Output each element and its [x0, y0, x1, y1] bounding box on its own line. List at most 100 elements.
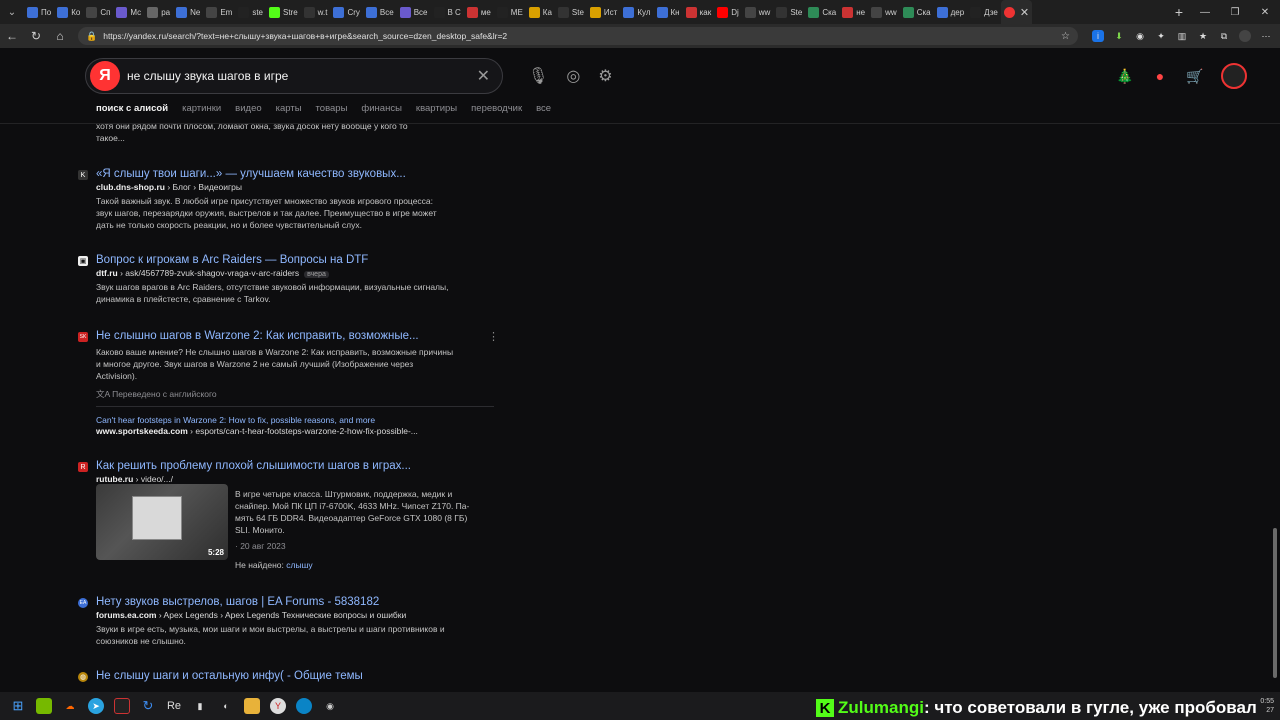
edge-icon[interactable] [296, 698, 312, 714]
user-avatar[interactable] [1221, 63, 1247, 89]
browser-tab[interactable]: Ска [900, 0, 934, 24]
browser-tab[interactable]: Stre [266, 0, 301, 24]
nvidia-icon[interactable] [36, 698, 52, 714]
cloud-app-icon[interactable]: ☁ [62, 698, 78, 714]
browser-tab[interactable]: Ка [526, 0, 555, 24]
start-windows-icon[interactable]: ⊞ [10, 698, 26, 714]
browser-tab[interactable]: Ска [805, 0, 839, 24]
more-menu-icon[interactable]: ⋯ [1260, 30, 1272, 42]
result-title-link[interactable]: Не слышно шагов в Warzone 2: Как исправи… [96, 330, 419, 342]
browser-tab[interactable]: ww [868, 0, 900, 24]
result-url[interactable]: www.sportskeeda.com › esports/can-t-hear… [96, 426, 418, 436]
split-screen-icon[interactable]: ▥ [1176, 30, 1188, 42]
not-found-word-link[interactable]: слышу [286, 560, 312, 570]
browser-tab[interactable]: w.t [301, 0, 331, 24]
service-tab[interactable]: картинки [182, 103, 221, 114]
steam-icon[interactable]: ◐ [218, 698, 234, 714]
result-url[interactable]: forums.ea.com › Apex Legends › Apex Lege… [96, 610, 406, 620]
close-window-icon[interactable]: ✕ [1250, 0, 1280, 24]
browser-tab[interactable]: Ко [54, 0, 83, 24]
site-info-icon[interactable]: 🔒 [86, 31, 97, 42]
active-tab[interactable]: ✕ [1000, 0, 1033, 24]
result-title-link[interactable]: Не слышу шаги и остальную инфу( - Общие … [96, 670, 363, 682]
browser-tab[interactable]: Cry [330, 0, 362, 24]
service-tab[interactable]: карты [276, 103, 302, 114]
browser-tab[interactable]: По [24, 0, 54, 24]
service-tab[interactable]: квартиры [416, 103, 457, 114]
extension-icon-2[interactable]: ⬇ [1113, 30, 1125, 42]
chrome-icon[interactable]: ◉ [322, 698, 338, 714]
result-url[interactable]: club.dns-shop.ru › Блог › Видеоигры [96, 182, 242, 192]
browser-tab[interactable]: Все [363, 0, 397, 24]
browser-tab[interactable]: Ste [773, 0, 805, 24]
address-bar[interactable]: 🔒 https://yandex.ru/search/?text=не+слыш… [78, 27, 1078, 45]
browser-tab[interactable]: В С [431, 0, 464, 24]
extension-icon-1[interactable]: i [1092, 30, 1104, 42]
browser-tab[interactable]: не [839, 0, 868, 24]
extensions-puzzle-icon[interactable]: ✦ [1155, 30, 1167, 42]
browser-tab[interactable]: как [683, 0, 715, 24]
browser-tab[interactable]: ра [144, 0, 173, 24]
service-tab[interactable]: поиск с алисой [96, 103, 168, 114]
result-title-link[interactable]: Как решить проблему плохой слышимости ша… [96, 460, 411, 472]
new-year-tree-icon[interactable]: 🎄 [1116, 67, 1134, 85]
result-title-link[interactable]: Вопрос к игрокам в Arc Raiders — Вопросы… [96, 254, 368, 266]
tab-list-dropdown-icon[interactable]: ⌄ [0, 0, 24, 24]
result-url[interactable]: rutube.ru › video/.../ [96, 474, 173, 484]
browser-tab[interactable]: Кул [620, 0, 653, 24]
cart-icon[interactable]: 🛒 [1186, 67, 1204, 85]
service-tab[interactable]: переводчик [471, 103, 522, 114]
browser-tab[interactable]: Дзе [967, 0, 1001, 24]
original-title-link[interactable]: Can't hear footsteps in Warzone 2: How t… [96, 414, 491, 426]
profile-icon[interactable] [1239, 30, 1251, 42]
browser-tab[interactable]: ww [742, 0, 774, 24]
terminal-icon[interactable]: ▮ [192, 698, 208, 714]
refresh-app-icon[interactable]: ↻ [140, 698, 156, 714]
collections-icon[interactable]: ⧉ [1218, 30, 1230, 42]
browser-tab[interactable]: Сп [83, 0, 113, 24]
browser-tab[interactable]: Em [203, 0, 235, 24]
microphone-icon[interactable]: 🎙 [528, 66, 548, 86]
browser-tab[interactable]: Все [397, 0, 431, 24]
browser-tab[interactable]: Ne [173, 0, 203, 24]
new-tab-button[interactable]: + [1168, 4, 1190, 20]
service-tab[interactable]: видео [235, 103, 261, 114]
home-button[interactable]: ⌂ [48, 24, 72, 48]
browser-tab[interactable]: Мс [113, 0, 144, 24]
favorites-icon[interactable]: ★ [1197, 30, 1209, 42]
clear-search-icon[interactable]: ✕ [477, 66, 490, 86]
telegram-icon[interactable]: ➤ [88, 698, 104, 714]
minimize-icon[interactable]: — [1190, 0, 1220, 24]
yandex-browser-icon[interactable]: Y [270, 698, 286, 714]
page-scrollbar[interactable] [1273, 528, 1277, 678]
back-button[interactable]: ← [0, 24, 24, 48]
yandex-logo[interactable]: Я [90, 61, 120, 91]
app-icon[interactable] [114, 698, 130, 714]
extension-icon-3[interactable]: ◉ [1134, 30, 1146, 42]
search-input[interactable]: не слышу звука шагов в игре [127, 69, 288, 83]
tab-close-icon[interactable]: ✕ [1020, 6, 1029, 19]
result-more-icon[interactable]: ⋮ [488, 330, 499, 343]
bookmark-star-icon[interactable]: ☆ [1061, 31, 1070, 42]
browser-tab[interactable]: ме [464, 0, 494, 24]
alice-icon[interactable]: ● [1151, 67, 1169, 85]
service-tab[interactable]: финансы [361, 103, 401, 114]
browser-tab[interactable]: дер [934, 0, 968, 24]
camera-search-icon[interactable]: ◎ [566, 66, 580, 86]
search-box[interactable]: Я не слышу звука шагов в игре ✕ [85, 58, 503, 94]
video-thumbnail[interactable]: 5:28 [96, 484, 228, 560]
reload-button[interactable]: ↻ [24, 24, 48, 48]
file-explorer-icon[interactable] [244, 698, 260, 714]
result-title-link[interactable]: «Я слышу твои шаги...» — улучшаем качест… [96, 168, 406, 180]
service-tab[interactable]: все [536, 103, 551, 114]
re-app-icon[interactable]: Re [166, 698, 182, 714]
browser-tab[interactable]: Кн [654, 0, 683, 24]
system-tray[interactable]: 0:55 27 [1260, 697, 1274, 715]
browser-tab[interactable]: Ste [555, 0, 587, 24]
browser-tab[interactable]: Ист [587, 0, 620, 24]
service-tab[interactable]: товары [316, 103, 348, 114]
filters-icon[interactable]: ⚙ [598, 66, 612, 86]
result-url[interactable]: dtf.ru › ask/4567789-zvuk-shagov-vraga-v… [96, 268, 329, 278]
result-title-link[interactable]: Нету звуков выстрелов, шагов | EA Forums… [96, 596, 379, 608]
browser-tab[interactable]: Dj [714, 0, 742, 24]
